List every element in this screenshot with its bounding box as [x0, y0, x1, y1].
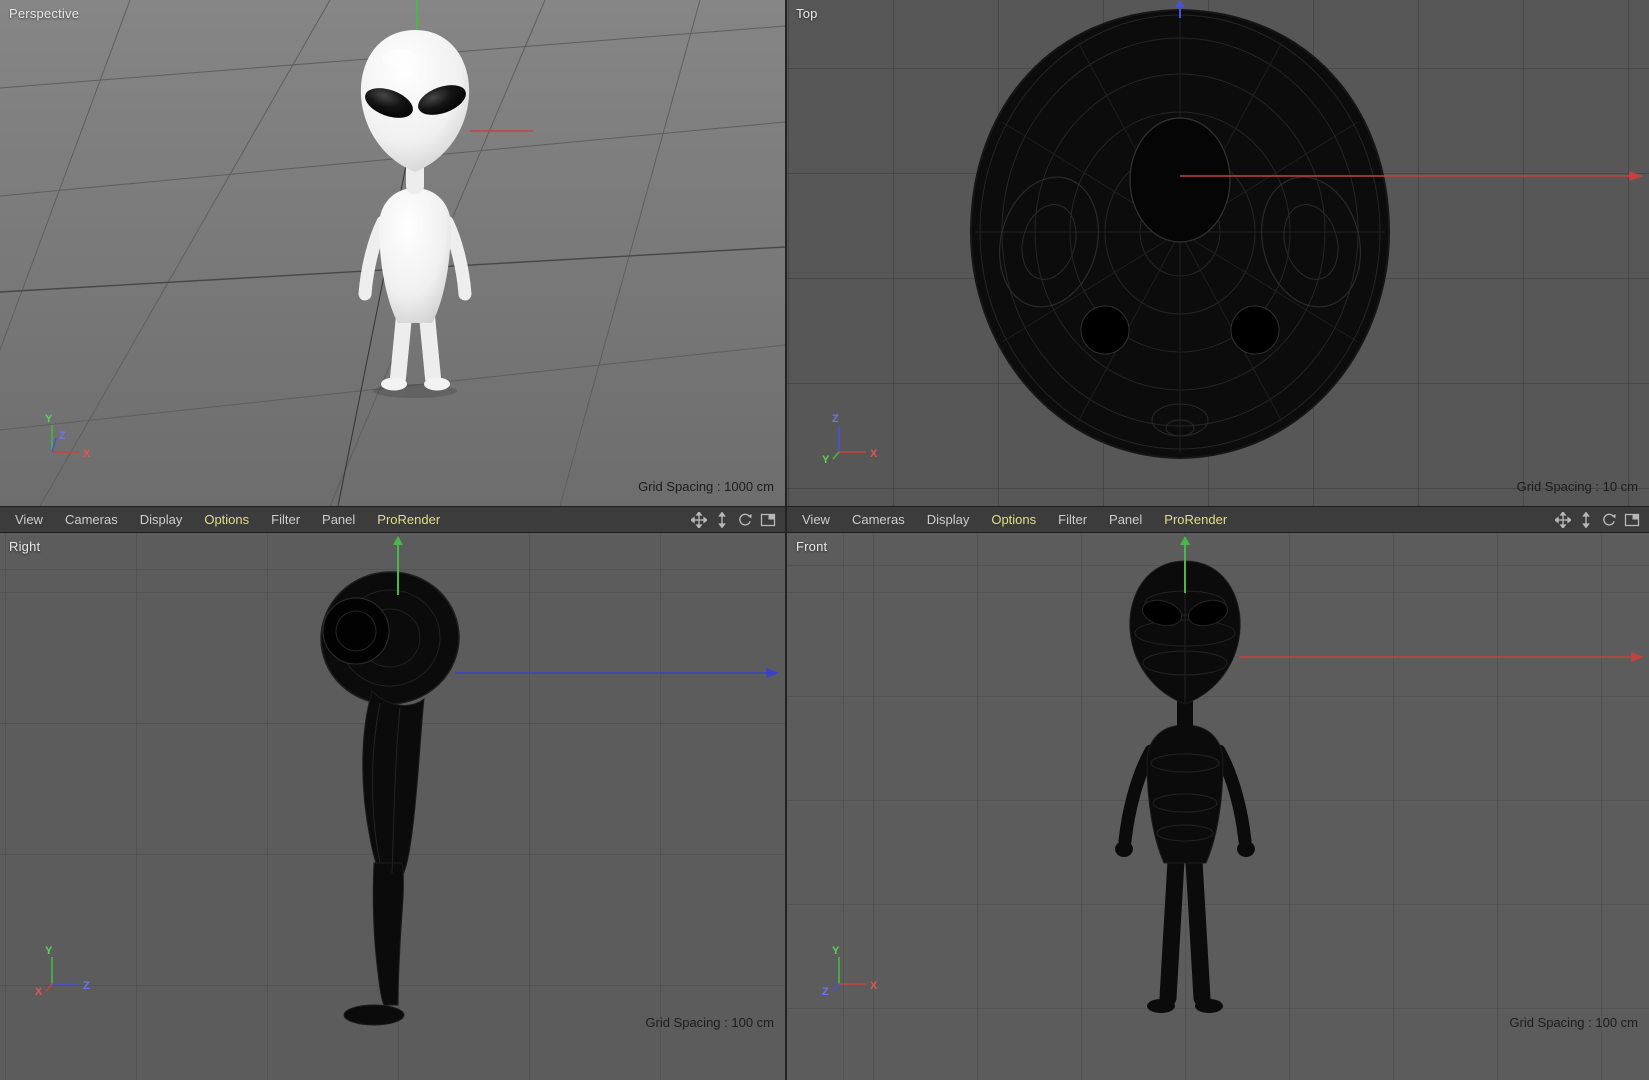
grid-spacing-label: Grid Spacing : 1000 cm: [638, 479, 774, 494]
menu-options[interactable]: Options: [980, 512, 1047, 527]
axis-gizmo: Y X Z: [822, 945, 878, 998]
axis-label-x: X: [83, 448, 91, 460]
axis-gizmo: Y Z X: [45, 413, 91, 460]
menu-filter[interactable]: Filter: [1047, 512, 1098, 527]
axis-label-x: X: [35, 986, 43, 998]
menu-cameras[interactable]: Cameras: [841, 512, 916, 527]
axis-label-z: Z: [83, 980, 90, 992]
x-axis-arrowhead: [1629, 171, 1643, 181]
axis-label-y: Y: [45, 945, 53, 957]
axis-label-y: Y: [832, 945, 840, 957]
pan-icon[interactable]: [1555, 511, 1571, 528]
menu-display[interactable]: Display: [916, 512, 981, 527]
viewport-tool-icons: [691, 511, 785, 528]
viewport-quad: Perspective Y Z X Grid Spacing : 1000 cm: [0, 0, 1649, 1080]
axis-label-z: Z: [832, 413, 839, 425]
viewport-label-right: Right: [9, 539, 41, 554]
grid-spacing-label: Grid Spacing : 100 cm: [1509, 1015, 1638, 1030]
rotate-icon[interactable]: [737, 512, 753, 528]
z-axis-arrowhead: [766, 668, 779, 678]
toggle-layout-icon[interactable]: [760, 512, 776, 528]
front-viewport[interactable]: Front Y X Z Grid Spacing : 100 cm: [787, 533, 1649, 1080]
menubar-right-viewport: View Cameras Display Options Filter Pane…: [0, 506, 785, 533]
viewport-tool-icons: [1555, 511, 1649, 528]
axis-label-y: Y: [822, 454, 830, 466]
menubar-front-viewport: View Cameras Display Options Filter Pane…: [787, 506, 1649, 533]
menu-cameras[interactable]: Cameras: [54, 512, 129, 527]
grid-spacing-label: Grid Spacing : 100 cm: [645, 1015, 774, 1030]
axis-gizmo: Y Z X: [35, 945, 90, 998]
axis-label-y: Y: [45, 413, 53, 425]
axis-label-z: Z: [822, 986, 829, 998]
alien-top-wireframe[interactable]: [969, 8, 1391, 460]
axis-label-x: X: [870, 448, 878, 460]
axis-label-z: Z: [59, 430, 66, 442]
viewport-label-front: Front: [796, 539, 828, 554]
pan-icon[interactable]: [691, 511, 707, 528]
rotate-icon[interactable]: [1601, 512, 1617, 528]
menu-panel[interactable]: Panel: [311, 512, 366, 527]
menu-prorender[interactable]: ProRender: [366, 512, 451, 527]
menu-prorender[interactable]: ProRender: [1153, 512, 1238, 527]
y-axis-arrowhead: [1180, 536, 1190, 545]
menu-view[interactable]: View: [791, 512, 841, 527]
axis-label-x: X: [870, 980, 878, 992]
y-axis-arrowhead: [393, 536, 403, 545]
axis-gizmo: Z Y X: [822, 413, 878, 466]
z-axis-arrowhead: [1175, 0, 1185, 7]
dolly-icon[interactable]: [1578, 511, 1594, 528]
toggle-layout-icon[interactable]: [1624, 512, 1640, 528]
alien-right-wireframe[interactable]: [314, 565, 465, 1026]
menu-options[interactable]: Options: [193, 512, 260, 527]
menu-panel[interactable]: Panel: [1098, 512, 1153, 527]
perspective-viewport[interactable]: Perspective Y Z X Grid Spacing : 1000 cm: [0, 0, 785, 506]
viewport-label-perspective: Perspective: [9, 6, 80, 21]
alien-front-wireframe[interactable]: [1115, 560, 1255, 1013]
viewport-divider: [785, 0, 787, 1080]
dolly-icon[interactable]: [714, 511, 730, 528]
menu-display[interactable]: Display: [129, 512, 194, 527]
x-axis-arrowhead: [1631, 652, 1644, 662]
grid-spacing-label: Grid Spacing : 10 cm: [1516, 479, 1638, 494]
right-viewport[interactable]: Right Y Z X Grid Spacing : 100 cm: [0, 533, 785, 1080]
top-viewport[interactable]: Top Z Y X Grid Spacing : 10 cm: [787, 0, 1649, 506]
menu-view[interactable]: View: [4, 512, 54, 527]
viewport-label-top: Top: [796, 6, 818, 21]
menu-filter[interactable]: Filter: [260, 512, 311, 527]
